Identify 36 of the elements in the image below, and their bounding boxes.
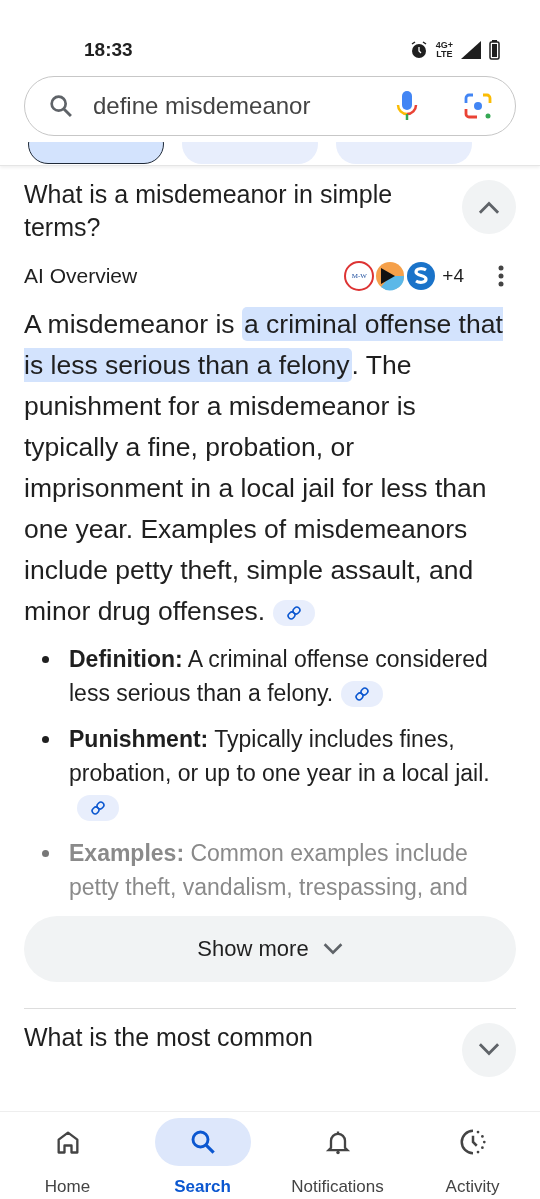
microphone-icon[interactable] [395, 90, 419, 122]
bullet-dot [42, 655, 49, 663]
alarm-icon [409, 41, 428, 59]
show-more-button[interactable]: Show more [24, 915, 516, 982]
play-logo-icon[interactable] [375, 260, 406, 291]
source-link-button[interactable] [341, 681, 384, 708]
chevron-icon [322, 942, 343, 955]
overview-paragraph: A misdemeanor is a criminal offense that is less serious than a felony. The punishment for a misdemeanor is typically a fine, probation, or imprisonment in a local jail for less than one year. Examples of misdemeanors include petty theft, simple assault, and minor drug offenses. [24, 305, 504, 628]
link-icon [354, 686, 371, 703]
s-logo-icon[interactable] [406, 260, 437, 291]
more-sources-count[interactable]: +4 [442, 261, 464, 290]
network-type: 4G+ LTE [435, 41, 453, 59]
source-link-button[interactable] [77, 795, 119, 822]
source-link-button[interactable] [273, 599, 316, 626]
nav-tab[interactable]: Home [2, 1118, 133, 1199]
section-label: AI Overview [24, 263, 139, 289]
signal-icon [461, 41, 481, 59]
question-title: What is the most common [24, 1021, 313, 1053]
chevron-icon [478, 200, 500, 214]
link-icon [286, 604, 303, 621]
bullet-text: Punishment: Typically includes fines, probation, or up to one year in a local jail. [69, 721, 516, 824]
nav-tab[interactable]: Notifications [272, 1118, 403, 1199]
nav-tab[interactable]: Search [137, 1118, 268, 1199]
question-title: What is a misdemeanor in simple terms? [24, 179, 394, 243]
search-icon [47, 92, 75, 120]
bullet-text: Definition: A criminal offense considered less serious than a felony. [69, 644, 489, 710]
link-icon [90, 800, 106, 817]
bullet-dot [42, 735, 49, 743]
chevron-icon [478, 1043, 500, 1056]
bullet-dot [42, 849, 49, 857]
bullet-text: Examples: Common examples include petty theft, vandalism, trespassing, and [69, 838, 469, 902]
camera-lens-icon[interactable] [463, 91, 493, 121]
search-field[interactable]: define misdemeanor [93, 88, 377, 124]
battery-icon [489, 40, 500, 60]
nav-tab[interactable]: Activity [407, 1118, 538, 1199]
status-time: 18:33 [84, 37, 133, 62]
